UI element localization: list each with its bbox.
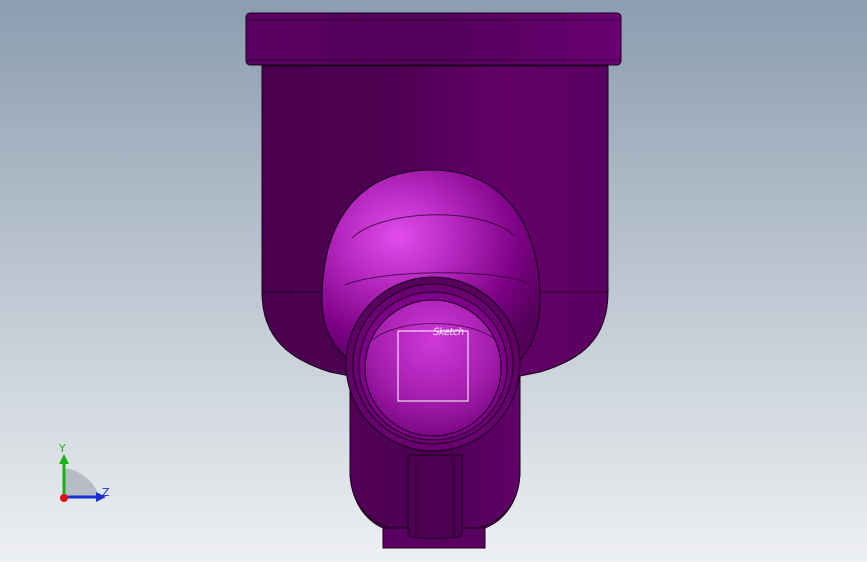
origin-dot xyxy=(60,494,68,502)
model-view[interactable] xyxy=(0,0,867,562)
y-arrow-head xyxy=(59,454,69,464)
z-axis-label: Z xyxy=(102,486,110,499)
top-rim xyxy=(245,12,622,66)
triad-graphic xyxy=(59,454,106,502)
y-axis-label: Y xyxy=(59,442,66,455)
bore-inner xyxy=(364,299,502,437)
reference-triad: Y Z xyxy=(44,440,124,510)
graphics-viewport[interactable]: Sketch Y Z xyxy=(0,0,867,562)
sketch-label[interactable]: Sketch xyxy=(432,327,465,338)
triad-plane xyxy=(64,468,99,497)
